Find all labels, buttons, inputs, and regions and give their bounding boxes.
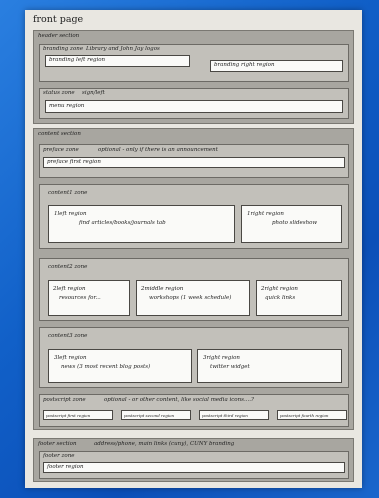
menu-region: menu region bbox=[45, 100, 343, 113]
content1-right-region: 1right region photo slideshow bbox=[241, 205, 342, 243]
postscript-first-region: postscript first region bbox=[43, 410, 113, 420]
content1-right-text: photo slideshow bbox=[272, 220, 318, 226]
preface-zone-label: preface zone bbox=[43, 147, 79, 153]
preface-zone-note: optional - only if there is an announcem… bbox=[98, 147, 218, 153]
content2-right-title: 2right region bbox=[261, 286, 298, 292]
postscript-fourth-region-label: postscript fourth region bbox=[280, 413, 329, 418]
postscript-zone-note: optional - or other content, like social… bbox=[104, 397, 254, 403]
postscript-first-region-label: postscript first region bbox=[46, 413, 91, 418]
page-title: front page bbox=[33, 14, 84, 25]
preface-first-region: preface first region bbox=[43, 157, 345, 168]
postscript-third-region-label: postscript third region bbox=[202, 413, 248, 418]
content1-zone-label: content1 zone bbox=[48, 190, 88, 196]
branding-left-region: branding left region bbox=[45, 55, 190, 67]
front-page-wireframe: front page header section branding zone … bbox=[25, 10, 362, 488]
content2-left-title: 2left region bbox=[53, 286, 86, 292]
content2-middle-text: workshops (1 week schedule) bbox=[149, 295, 232, 301]
content2-zone: content2 zone 2left region resources for… bbox=[39, 258, 349, 321]
content3-zone-label: content3 zone bbox=[48, 333, 88, 339]
footer-zone-label: footer zone bbox=[43, 453, 75, 459]
postscript-fourth-region: postscript fourth region bbox=[277, 410, 347, 420]
postscript-zone: postscript zone optional - or other cont… bbox=[39, 394, 349, 427]
footer-region: footer region bbox=[43, 462, 345, 473]
content1-left-region: 1left region find articles/books/journal… bbox=[48, 205, 235, 243]
content2-right-text: quick links bbox=[265, 295, 296, 301]
footer-zone: footer zone footer region bbox=[39, 451, 349, 479]
content2-left-region: 2left region resources for... bbox=[48, 280, 130, 316]
content1-right-title: 1right region bbox=[247, 211, 284, 217]
preface-zone: preface zone optional - only if there is… bbox=[39, 144, 349, 178]
content3-right-title: 3right region bbox=[203, 355, 240, 361]
branding-right-region-label: branding right region bbox=[214, 62, 275, 68]
content2-zone-label: content2 zone bbox=[48, 264, 88, 270]
content1-zone: content1 zone 1left region find articles… bbox=[39, 184, 349, 249]
preface-first-region-label: preface first region bbox=[47, 159, 101, 165]
header-section: header section branding zone Library and… bbox=[33, 30, 354, 124]
header-section-label: header section bbox=[38, 33, 80, 39]
branding-zone-note: Library and John Jay logos bbox=[86, 46, 160, 52]
content3-left-title: 3left region bbox=[54, 355, 87, 361]
status-zone-label: status zone bbox=[43, 90, 75, 96]
content3-right-text: twitter widget bbox=[210, 364, 250, 370]
content2-right-region: 2right region quick links bbox=[256, 280, 342, 316]
content1-left-title: 1left region bbox=[54, 211, 87, 217]
content3-right-region: 3right region twitter widget bbox=[197, 349, 342, 383]
postscript-second-region-label: postscript second region bbox=[124, 413, 175, 418]
content3-left-region: 3left region news (3 most recent blog po… bbox=[48, 349, 192, 383]
branding-left-region-label: branding left region bbox=[49, 57, 106, 63]
postscript-zone-label: postscript zone bbox=[43, 397, 86, 403]
postscript-third-region: postscript third region bbox=[199, 410, 269, 420]
menu-region-label: menu region bbox=[49, 103, 85, 109]
footer-section-label: footer section bbox=[38, 441, 77, 447]
branding-zone: branding zone Library and John Jay logos… bbox=[39, 44, 349, 82]
footer-section: footer section address/phone, main links… bbox=[33, 438, 354, 482]
footer-region-label: footer region bbox=[47, 464, 84, 470]
content-section-label: content section bbox=[38, 131, 81, 137]
content3-left-text: news (3 most recent blog posts) bbox=[61, 364, 151, 370]
content2-middle-title: 2middle region bbox=[141, 286, 184, 292]
content1-left-text: find articles/books/journals tab bbox=[79, 220, 166, 226]
branding-right-region: branding right region bbox=[210, 60, 343, 72]
status-zone: status zone sign/left menu region bbox=[39, 88, 349, 119]
content-section: content section preface zone optional - … bbox=[33, 128, 354, 430]
footer-section-note: address/phone, main links (cuny), CUNY b… bbox=[94, 441, 235, 447]
postscript-second-region: postscript second region bbox=[121, 410, 191, 420]
branding-zone-label: branding zone bbox=[43, 46, 84, 52]
status-zone-note: sign/left bbox=[82, 90, 105, 96]
content2-middle-region: 2middle region workshops (1 week schedul… bbox=[136, 280, 250, 316]
content3-zone: content3 zone 3left region news (3 most … bbox=[39, 327, 349, 388]
content2-left-text: resources for... bbox=[59, 295, 101, 301]
